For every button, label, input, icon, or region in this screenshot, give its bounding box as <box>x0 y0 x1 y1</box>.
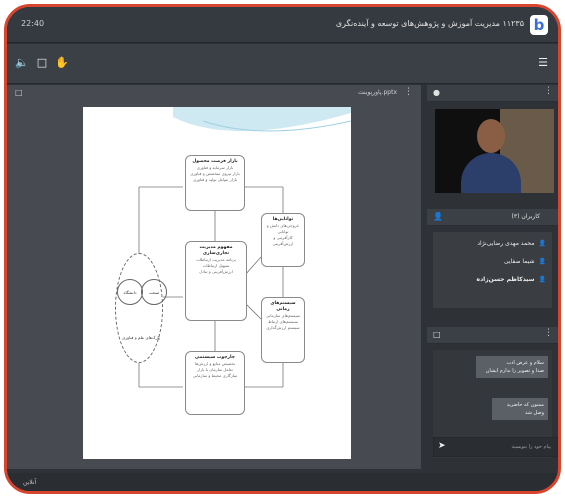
webcam-video[interactable] <box>435 109 554 193</box>
chat-input-field[interactable]: ➤ پیام خود را بنویسید <box>433 437 558 457</box>
app-frame: 22:40 ۱۱۲۳۵ مدیریت آموزش و پژوهش‌های توس… <box>4 4 561 494</box>
chat-message-line: سلام و عرض ادب <box>506 360 544 366</box>
user-item[interactable]: 👤شیما صفایی <box>504 258 546 265</box>
send-icon[interactable]: ➤ <box>438 441 446 451</box>
users-panel: 👤 کاربران (۳) 👤محمد مهدی رضایی‌نژاد 👤شیم… <box>427 209 558 308</box>
user-name: شیما صفایی <box>503 258 535 265</box>
presentation-icon[interactable]: □ <box>15 88 23 97</box>
box-title: مفهوم مدیریت تجاری‌سازی <box>199 245 233 256</box>
chat-message-line: ممنون که حاضرید <box>506 402 544 408</box>
users-panel-header: 👤 کاربران (۳) <box>427 209 558 226</box>
box-line: سیستم ارزش‌گذاری <box>266 325 300 330</box>
user-item[interactable]: 👤سیدکاظم حسن‌زاده <box>477 276 546 283</box>
status-text: آنلاین <box>23 479 37 486</box>
presentation-filename: پاورپوینت.pptx <box>358 89 397 96</box>
box-line: خروجی‌های دانش و توانایی <box>266 223 300 234</box>
video-person-head <box>477 119 505 153</box>
video-panel-header: ● ⋮ <box>427 85 558 102</box>
camera-icon[interactable]: ● <box>433 88 440 97</box>
status-bar: آنلاین <box>7 473 558 491</box>
chat-panel-header: □ ⋮ <box>427 327 558 344</box>
diagram-box-framework: چارچوب سیستمی تخصیص منابع و ارزش‌ها تعام… <box>185 351 245 415</box>
box-line: ارزش‌آفرینی و تبادل <box>199 269 233 274</box>
users-list: 👤محمد مهدی رضایی‌نژاد 👤شیما صفایی 👤سیدکا… <box>433 232 552 308</box>
hamburger-icon[interactable]: ☰ <box>536 56 550 70</box>
box-line: سازگاری محیط و سازمانی <box>192 373 238 378</box>
user-icon: 👤 <box>538 276 546 283</box>
chat-message: سلام و عرض ادب صدا و تصویر را ندارم ایشا… <box>476 356 548 378</box>
presentation-area: □ پاورپوینت.pptx ⋮ بازار فرصت محصول بازا… <box>7 85 421 469</box>
chat-menu-icon[interactable]: ⋮ <box>544 328 553 338</box>
user-name: محمد مهدی رضایی‌نژاد <box>477 240 535 247</box>
main-toolbar: 🔈 □ ✋ ☰ <box>7 44 558 84</box>
user-name: سیدکاظم حسن‌زاده <box>476 276 535 283</box>
users-icon[interactable]: 👤 <box>433 212 443 221</box>
user-icon: 👤 <box>538 258 546 265</box>
user-item[interactable]: 👤محمد مهدی رضایی‌نژاد <box>477 240 546 247</box>
chat-icon[interactable]: □ <box>433 330 441 339</box>
app-logo-icon: b <box>530 15 548 35</box>
clock-text: 22:40 <box>21 19 45 28</box>
title-bar: 22:40 ۱۱۲۳۵ مدیریت آموزش و پژوهش‌های توس… <box>7 7 558 43</box>
chat-input-placeholder: پیام خود را بنویسید <box>511 444 551 450</box>
box-line: بازار عوامل تولید و فناوری <box>192 177 238 182</box>
right-sidebar: ● ⋮ 👤 کاربران (۳) 👤محمد مهدی رضایی‌نژاد … <box>427 85 558 458</box>
session-title: ۱۱۲۳۵ مدیریت آموزش و پژوهش‌های توسعه و آ… <box>335 19 524 28</box>
video-menu-icon[interactable]: ⋮ <box>544 86 553 96</box>
diagram-box-opportunity: بازار فرصت محصول بازار سرمایه و فناوری ب… <box>185 155 245 211</box>
user-icon: 👤 <box>538 240 546 247</box>
diagram-park-label: پارک‌های علم و فناوری <box>122 335 160 340</box>
box-line: کارآفرینی و ارزش‌آفرینی <box>272 235 294 246</box>
users-count-label: کاربران (۳) <box>511 213 540 220</box>
presentation-menu-icon[interactable]: ⋮ <box>404 87 413 97</box>
box-title: سیستم‌های زمانی <box>270 301 296 312</box>
chat-message-line: صدا و تصویر را ندارم ایشان <box>485 368 544 374</box>
presentation-slide: بازار فرصت محصول بازار سرمایه و فناوری ب… <box>83 107 351 459</box>
hand-icon[interactable]: ✋ <box>55 56 69 70</box>
presentation-header: □ پاورپوینت.pptx ⋮ <box>7 85 421 101</box>
diagram-dashed-ellipse <box>115 253 163 363</box>
speaker-icon[interactable]: 🔈 <box>15 56 29 70</box>
diagram-circle-university: دانشگاه <box>117 279 143 305</box>
diagram-box-management: مفهوم مدیریت تجاری‌سازی برنامه مدیریت ار… <box>185 241 247 321</box>
document-icon[interactable]: □ <box>35 56 49 70</box>
diagram-circle-industry: صنعت <box>141 279 167 305</box>
chat-message: ممنون که حاضرید وصل شد <box>492 398 548 420</box>
diagram-box-systems: سیستم‌های زمانی سیستم‌های سازمانی سیستم‌… <box>261 297 305 363</box>
diagram-box-capabilities: توانایی‌ها خروجی‌های دانش و توانایی کارآ… <box>261 213 305 267</box>
chat-message-line: وصل شد <box>525 410 544 416</box>
